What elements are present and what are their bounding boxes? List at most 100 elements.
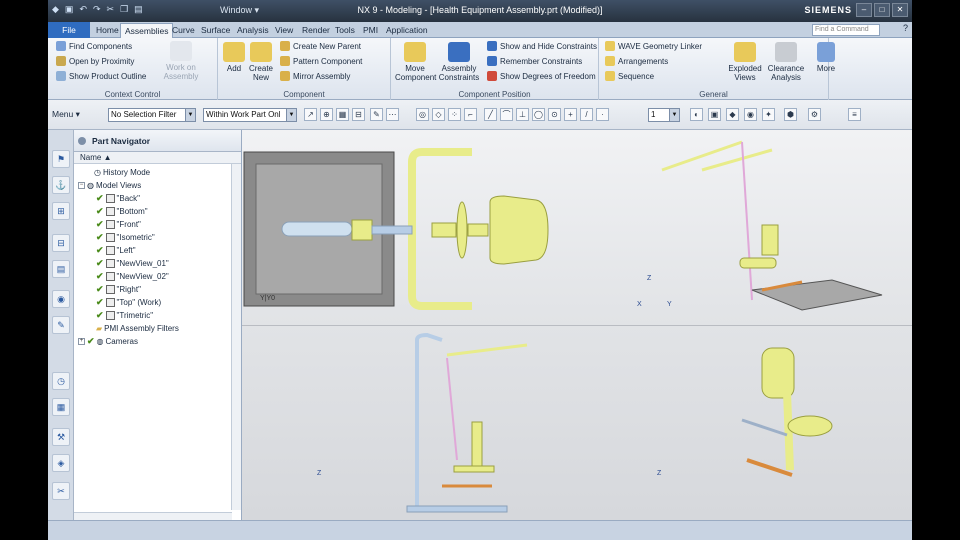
check-icon[interactable]: ✔ [96, 309, 104, 322]
horizontal-scrollbar[interactable] [74, 512, 232, 520]
add-component-button[interactable]: Add [222, 42, 246, 73]
center-icon[interactable]: ⊙ [548, 108, 561, 121]
selection-filter-dropdown[interactable]: No Selection Filter ▼ [108, 108, 196, 122]
vertical-scrollbar[interactable] [231, 164, 241, 510]
tab-tools[interactable]: Tools [331, 23, 359, 38]
filter-icon[interactable]: ⊕ [320, 108, 333, 121]
tangent-icon[interactable]: ⊥ [516, 108, 529, 121]
check-icon[interactable]: ✔ [96, 244, 104, 257]
tree-item-view[interactable]: ✔ "Isometric" [96, 231, 155, 244]
tree-item-pmi-filters[interactable]: ▰ PMI Assembly Filters [96, 322, 179, 335]
check-icon[interactable]: ✔ [87, 335, 95, 348]
palette-icon[interactable]: ▦ [52, 398, 70, 416]
menu-button[interactable]: Menu ▾ [52, 109, 80, 120]
layer-dropdown[interactable]: 1 ▼ [648, 108, 680, 122]
tab-application[interactable]: Application [382, 23, 432, 38]
minimize-icon[interactable]: – [856, 3, 872, 17]
collapse-icon[interactable]: − [78, 182, 85, 189]
create-new-parent-button[interactable]: Create New Parent [280, 41, 361, 51]
reuse-library-icon[interactable]: ⊟ [52, 234, 70, 252]
check-icon[interactable]: ✔ [96, 296, 104, 309]
tab-home[interactable]: Home [92, 23, 123, 38]
view-icon[interactable]: ◎ [416, 108, 429, 121]
more-button[interactable]: More [814, 42, 838, 73]
snap-point-icon[interactable]: ⋯ [386, 108, 399, 121]
hd3d-tools-icon[interactable]: ▤ [52, 260, 70, 278]
tree-item-view[interactable]: ✔ "Trimetric" [96, 309, 153, 322]
tab-file[interactable]: File [48, 22, 90, 38]
tree-item-view[interactable]: ✔ "Right" [96, 283, 141, 296]
constraint-navigator-icon[interactable]: ⚓ [52, 176, 70, 194]
shade-icon[interactable]: ◉ [744, 108, 757, 121]
face-icon[interactable]: ◇ [432, 108, 445, 121]
tree-item-model-views[interactable]: − ◍ Model Views [78, 179, 141, 192]
tab-surface[interactable]: Surface [197, 23, 234, 38]
history-icon[interactable]: ✎ [52, 316, 70, 334]
tree-item-view[interactable]: ✔ "Back" [96, 192, 140, 205]
pin-icon[interactable] [78, 137, 86, 145]
tree-item-view[interactable]: ✔ "NewView_02" [96, 270, 169, 283]
remember-constraints-button[interactable]: Remember Constraints [487, 56, 582, 66]
tree-item-view[interactable]: ✔ "Front" [96, 218, 141, 231]
selection-scope-dropdown[interactable]: Within Work Part Onl ▼ [203, 108, 297, 122]
render-icon[interactable]: ✦ [762, 108, 775, 121]
tab-render[interactable]: Render [298, 23, 334, 38]
point-icon[interactable]: · [596, 108, 609, 121]
show-product-outline-button[interactable]: Show Product Outline [56, 71, 146, 81]
tab-pmi[interactable]: PMI [359, 23, 382, 38]
tree-item-view[interactable]: ✔ "Left" [96, 244, 136, 257]
roles-icon[interactable]: ⚒ [52, 428, 70, 446]
tree-item-history-mode[interactable]: ◷ History Mode [78, 166, 150, 179]
open-by-proximity-button[interactable]: Open by Proximity [56, 56, 134, 66]
check-icon[interactable]: ✔ [96, 257, 104, 270]
hide-icon[interactable]: ◐ [690, 108, 703, 121]
tab-analysis[interactable]: Analysis [233, 23, 273, 38]
tree-item-cameras[interactable]: + ✔ ◍ Cameras [78, 335, 138, 348]
plus-icon[interactable]: + [564, 108, 577, 121]
slash-icon[interactable]: / [580, 108, 593, 121]
close-icon[interactable]: ✕ [892, 3, 908, 17]
tree-item-view[interactable]: ✔ "Top" (Work) [96, 296, 161, 309]
check-icon[interactable]: ✔ [96, 205, 104, 218]
exploded-views-button[interactable]: Exploded Views [725, 42, 765, 82]
snap-icon[interactable]: ✎ [370, 108, 383, 121]
tab-assemblies[interactable]: Assemblies [120, 23, 174, 38]
check-icon[interactable]: ✔ [96, 218, 104, 231]
arrangements-button[interactable]: Arrangements [605, 56, 668, 66]
line-icon[interactable]: ╱ [484, 108, 497, 121]
column-header-name[interactable]: Name ▲ [74, 152, 241, 164]
show-degrees-of-freedom-button[interactable]: Show Degrees of Freedom [487, 71, 596, 81]
check-icon[interactable]: ✔ [96, 283, 104, 296]
display-icon[interactable]: ▣ [708, 108, 721, 121]
tree-item-view[interactable]: ✔ "Bottom" [96, 205, 148, 218]
check-icon[interactable]: ✔ [96, 192, 104, 205]
move-component-button[interactable]: Move Component [395, 42, 436, 82]
assembly-constraints-button[interactable]: Assembly Constraints [435, 42, 483, 82]
find-components-button[interactable]: Find Components [56, 41, 132, 51]
show-hide-constraints-button[interactable]: Show and Hide Constraints [487, 41, 597, 51]
work-on-assembly-button[interactable]: Work on Assembly [156, 41, 206, 81]
layout-icon[interactable]: ≡ [848, 108, 861, 121]
sequence-button[interactable]: Sequence [605, 71, 654, 81]
deselect-icon[interactable]: ⊟ [352, 108, 365, 121]
clock-icon[interactable]: ◷ [52, 372, 70, 390]
select-all-icon[interactable]: ▦ [336, 108, 349, 121]
check-icon[interactable]: ✔ [96, 270, 104, 283]
maximize-icon[interactable]: □ [874, 3, 890, 17]
check-icon[interactable]: ✔ [96, 231, 104, 244]
graphics-window[interactable]: Y|Y0 Z X Y Z Z [242, 130, 912, 520]
clearance-analysis-button[interactable]: Clearance Analysis [765, 42, 807, 82]
wave-geometry-linker-button[interactable]: WAVE Geometry Linker [605, 41, 702, 51]
command-search-input[interactable]: Find a Command [812, 24, 880, 36]
mirror-assembly-button[interactable]: Mirror Assembly [280, 71, 350, 81]
tools-icon[interactable]: ✂ [52, 482, 70, 500]
circle-icon[interactable]: ◯ [532, 108, 545, 121]
part-navigator-icon[interactable]: ⊞ [52, 202, 70, 220]
color-icon[interactable]: ◆ [726, 108, 739, 121]
tree-item-view[interactable]: ✔ "NewView_01" [96, 257, 169, 270]
arc-icon[interactable]: ⌒ [500, 108, 513, 121]
tab-curve[interactable]: Curve [168, 23, 199, 38]
select-icon[interactable]: ↗ [304, 108, 317, 121]
expand-icon[interactable]: + [78, 338, 85, 345]
tab-view[interactable]: View [271, 23, 297, 38]
